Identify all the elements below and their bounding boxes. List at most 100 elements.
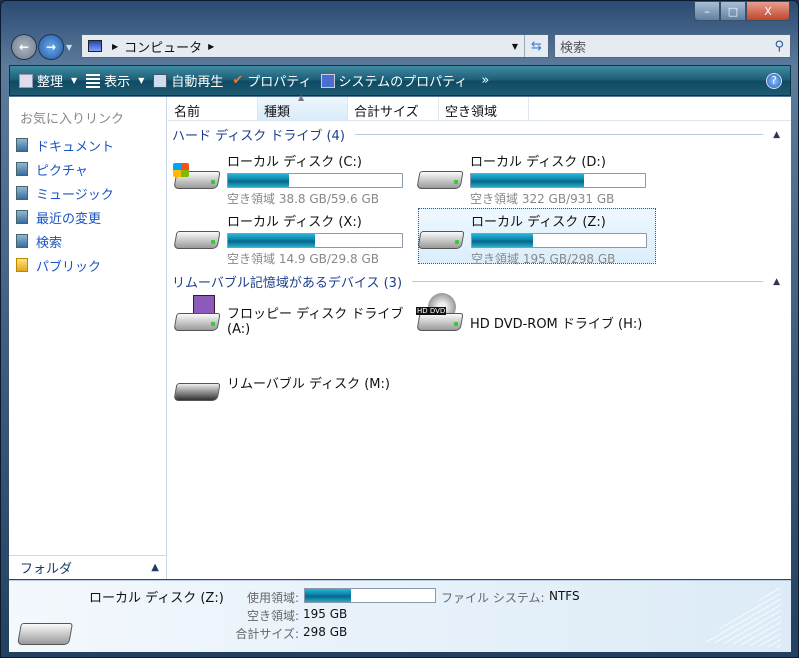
drive-name: ローカル ディスク (C:) xyxy=(227,155,362,170)
file-system-label: ファイル システム: xyxy=(441,591,545,605)
usage-bar xyxy=(227,173,403,188)
decorative-swoosh xyxy=(701,588,781,648)
column-total-size[interactable]: 合計サイズ xyxy=(348,97,439,120)
collapse-icon[interactable]: ▲ xyxy=(773,277,780,287)
more-button[interactable]: » xyxy=(481,73,489,88)
close-button[interactable]: X xyxy=(746,1,790,21)
file-system-value: NTFS xyxy=(549,589,580,603)
folders-toggle[interactable]: フォルダ ▲ xyxy=(9,555,167,579)
command-bar: 整理 ▼ 表示 ▼ 自動再生 ✔ プロパティ システムのプロパティ » ? xyxy=(9,65,791,96)
favorite-links-heading: お気に入りリンク xyxy=(20,112,125,127)
drive-m[interactable]: リムーバブル ディスク (M:) xyxy=(171,361,409,417)
breadcrumb-computer[interactable]: コンピュータ xyxy=(124,37,202,56)
group-header-removable[interactable]: リムーバブル記憶域があるデバイス (3) ▲ xyxy=(172,272,780,291)
free-space: 空き領域 14.9 GB/29.8 GB xyxy=(227,252,379,266)
search-input[interactable]: 検索 ⚲ xyxy=(554,34,791,58)
group-title: ハード ディスク ドライブ (4) xyxy=(172,129,345,144)
floppy-drive-icon xyxy=(173,295,223,337)
drive-name: ローカル ディスク (X:) xyxy=(227,215,362,230)
usage-bar-fill xyxy=(471,174,585,187)
drive-h[interactable]: HD DVD HD DVD-ROM ドライブ (H:) xyxy=(414,291,652,347)
sidebar-item-public[interactable]: パブリック xyxy=(9,253,166,277)
views-label: 表示 xyxy=(104,75,131,90)
caption-buttons: – □ X xyxy=(694,1,790,21)
drive-name: ローカル ディスク (D:) xyxy=(470,155,606,170)
properties-label: プロパティ xyxy=(247,75,312,90)
hard-drive-icon xyxy=(417,223,467,255)
maximize-button[interactable]: □ xyxy=(720,1,746,21)
collapse-icon[interactable]: ▲ xyxy=(773,130,780,140)
system-properties-button[interactable]: システムのプロパティ xyxy=(320,71,468,90)
computer-icon xyxy=(88,40,102,52)
free-space: 空き領域 38.8 GB/59.6 GB xyxy=(227,192,379,206)
refresh-icon[interactable]: ⇆ xyxy=(524,35,548,57)
autoplay-button[interactable]: 自動再生 xyxy=(153,71,223,90)
removable-drive-icon xyxy=(173,375,223,407)
column-name[interactable]: 名前 xyxy=(168,97,258,120)
minimize-button[interactable]: – xyxy=(694,1,720,21)
sidebar-item-label: ミュージック xyxy=(36,187,114,203)
column-headers: 名前 ▲ 種類 合計サイズ 空き領域 xyxy=(168,93,791,121)
hd-dvd-badge: HD DVD xyxy=(416,307,447,315)
system-properties-label: システムのプロパティ xyxy=(338,75,468,90)
organize-button[interactable]: 整理 ▼ xyxy=(19,71,77,90)
back-button[interactable]: ← xyxy=(11,34,37,60)
sidebar-item-recent[interactable]: 最近の変更 xyxy=(9,205,166,229)
total-size-value: 298 GB xyxy=(303,625,348,639)
address-dropdown-icon[interactable]: ▼ xyxy=(512,42,518,51)
sort-arrow-icon: ▲ xyxy=(298,93,305,102)
views-icon xyxy=(86,73,101,88)
recent-icon xyxy=(16,210,28,224)
drive-c[interactable]: ローカル ディスク (C:) 空き領域 38.8 GB/59.6 GB xyxy=(171,149,409,206)
chevron-down-icon: ▼ xyxy=(138,76,145,85)
recent-pages-dropdown[interactable]: ▼ xyxy=(66,43,72,52)
organize-label: 整理 xyxy=(37,75,64,90)
folder-icon xyxy=(16,258,28,272)
drive-name: HD DVD-ROM ドライブ (H:) xyxy=(470,317,643,332)
group-divider xyxy=(354,134,764,135)
usage-bar xyxy=(227,233,403,248)
organize-icon xyxy=(19,73,33,88)
pictures-icon xyxy=(16,162,28,176)
drive-d[interactable]: ローカル ディスク (D:) 空き領域 322 GB/931 GB xyxy=(414,149,652,206)
sidebar-item-label: パブリック xyxy=(36,259,102,275)
free-space-label: 空き領域: xyxy=(246,609,299,623)
address-bar[interactable]: ▶ コンピュータ ▶ ▼ ⇆ xyxy=(81,34,549,58)
column-type[interactable]: ▲ 種類 xyxy=(258,93,348,120)
drive-x[interactable]: ローカル ディスク (X:) 空き領域 14.9 GB/29.8 GB xyxy=(171,209,409,266)
folders-label: フォルダ xyxy=(20,562,73,577)
breadcrumb-arrow-icon[interactable]: ▶ xyxy=(208,42,214,51)
sidebar-item-searches[interactable]: 検索 xyxy=(9,229,166,253)
properties-button[interactable]: ✔ プロパティ xyxy=(232,71,311,90)
music-icon xyxy=(16,186,28,200)
free-space: 空き領域 322 GB/931 GB xyxy=(470,192,615,206)
drive-z[interactable]: ローカル ディスク (Z:) 空き領域 195 GB/298 GB xyxy=(417,208,656,266)
chevron-down-icon: ▼ xyxy=(71,76,78,85)
sidebar-item-pictures[interactable]: ピクチャ xyxy=(9,157,166,181)
search-placeholder: 検索 xyxy=(560,40,587,56)
drive-name: リムーバブル ディスク (M:) xyxy=(227,377,390,392)
navigation-pane: お気に入りリンク ドキュメント ピクチャ ミュージック 最近の変更 検索 パブリ… xyxy=(9,97,167,579)
sidebar-item-documents[interactable]: ドキュメント xyxy=(9,133,166,157)
group-header-hard-disks[interactable]: ハード ディスク ドライブ (4) ▲ xyxy=(172,125,780,144)
autoplay-icon xyxy=(153,73,168,88)
drive-letter: (A:) xyxy=(227,322,251,337)
forward-button[interactable]: → xyxy=(38,34,64,60)
usage-bar-fill xyxy=(472,234,533,247)
sidebar-item-label: ピクチャ xyxy=(36,163,88,179)
drive-a[interactable]: フロッピー ディスク ドライブ (A:) xyxy=(171,291,409,347)
system-icon xyxy=(320,73,335,88)
views-button[interactable]: 表示 ▼ xyxy=(86,71,144,90)
autoplay-label: 自動再生 xyxy=(171,75,224,90)
search-icon[interactable]: ⚲ xyxy=(774,39,784,54)
breadcrumb-arrow-icon[interactable]: ▶ xyxy=(112,42,118,51)
sidebar-item-music[interactable]: ミュージック xyxy=(9,181,166,205)
free-space: 空き領域 195 GB/298 GB xyxy=(471,252,616,266)
hard-drive-icon xyxy=(17,615,77,655)
sidebar-item-label: 最近の変更 xyxy=(36,211,102,227)
total-size-label: 合計サイズ: xyxy=(235,627,299,641)
explorer-window: – □ X ← → ▼ ▶ コンピュータ ▶ ▼ ⇆ 検索 ⚲ 整理 ▼ 表示 ▼ … xyxy=(0,0,799,658)
column-free-space[interactable]: 空き領域 xyxy=(439,97,529,120)
help-icon[interactable]: ? xyxy=(766,72,782,89)
details-pane: ローカル ディスク (Z:) 使用領域: ファイル システム: NTFS 空き領… xyxy=(9,580,791,652)
